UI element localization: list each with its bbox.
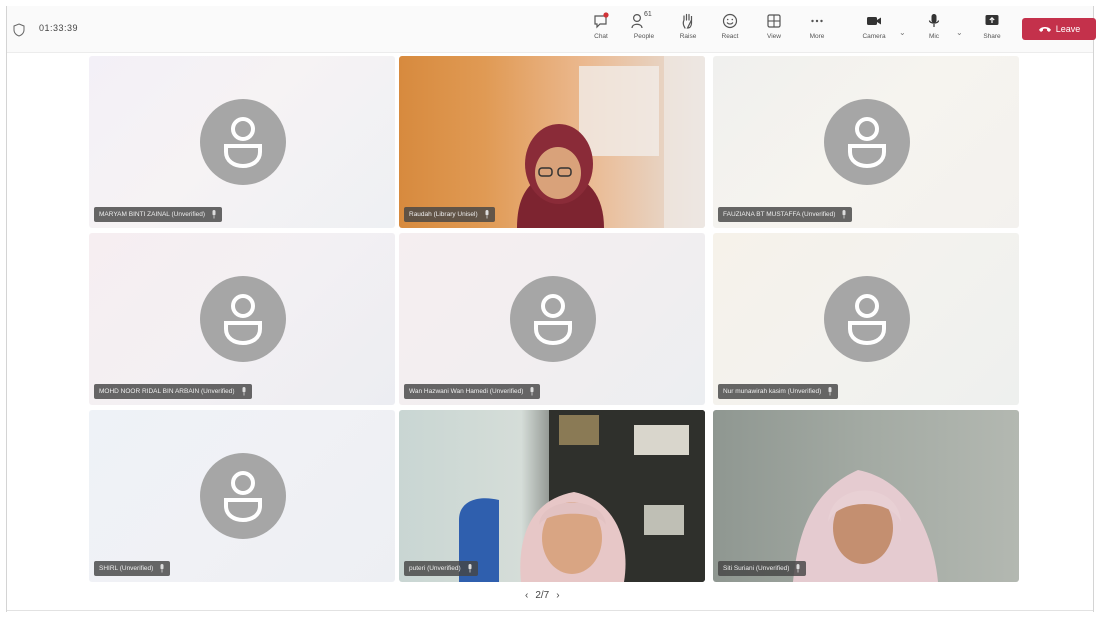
microphone-icon bbox=[242, 387, 246, 396]
gallery-pager: ‹ 2/7 › bbox=[525, 590, 560, 601]
microphone-icon bbox=[212, 210, 216, 219]
chevron-right-icon[interactable]: › bbox=[556, 590, 559, 601]
meeting-toolbar: 01:33:39 Chat 61 People Raise React View… bbox=[7, 6, 1096, 53]
avatar bbox=[510, 276, 596, 362]
share-button[interactable]: Share bbox=[979, 12, 1005, 48]
view-label: View bbox=[767, 33, 781, 40]
avatar bbox=[200, 276, 286, 362]
meeting-window: 01:33:39 Chat 61 People Raise React View… bbox=[6, 6, 1096, 612]
participant-tile[interactable]: MOHD NOOR RIDAL BIN ARBAIN (Unverified) bbox=[89, 233, 395, 405]
participant-video-tile[interactable]: Siti Suriani (Unverified) bbox=[713, 410, 1019, 582]
participant-tile[interactable]: MARYAM BINTI ZAINAL (Unverified) bbox=[89, 56, 395, 228]
participant-tile[interactable]: SHIRL (Unverified) bbox=[89, 410, 395, 582]
microphone-icon bbox=[828, 387, 832, 396]
more-label: More bbox=[809, 33, 825, 40]
chevron-left-icon[interactable]: ‹ bbox=[525, 590, 528, 601]
participant-name-tag: SHIRL (Unverified) bbox=[94, 561, 171, 576]
participant-name: puteri (Unverified) bbox=[409, 565, 461, 572]
react-label: React bbox=[721, 33, 739, 40]
participant-video-feed bbox=[793, 470, 938, 582]
person-placeholder-icon bbox=[224, 294, 262, 346]
camera-options-chevron-icon[interactable]: ⌄ bbox=[899, 28, 906, 37]
mic-label: Mic bbox=[928, 33, 940, 40]
share-label: Share bbox=[983, 33, 1001, 40]
participant-tile[interactable]: Wan Hazwani Wan Hamedi (Unverified) bbox=[399, 233, 705, 405]
participant-video-feed bbox=[517, 56, 705, 228]
person-placeholder-icon bbox=[224, 471, 262, 523]
person-placeholder-icon bbox=[534, 294, 572, 346]
page-indicator: 2/7 bbox=[535, 590, 550, 601]
microphone-icon bbox=[468, 564, 472, 573]
leave-button[interactable]: Leave bbox=[1022, 18, 1096, 40]
participant-name: Nur munawirah kasim (Unverified) bbox=[723, 388, 822, 395]
person-placeholder-icon bbox=[848, 294, 886, 346]
phone-hangup-icon bbox=[1038, 27, 1051, 32]
participant-name: Raudah (Library Unisel) bbox=[409, 211, 478, 218]
participant-name-tag: Nur munawirah kasim (Unverified) bbox=[718, 384, 839, 399]
participant-tile[interactable]: FAUZIANA BT MUSTAFFA (Unverified) bbox=[713, 56, 1019, 228]
people-icon bbox=[631, 13, 643, 29]
participant-name: FAUZIANA BT MUSTAFFA (Unverified) bbox=[723, 211, 836, 218]
person-placeholder-icon bbox=[224, 117, 262, 169]
participant-name-tag: Wan Hazwani Wan Hamedi (Unverified) bbox=[404, 384, 541, 399]
people-count: 61 bbox=[644, 11, 652, 18]
participant-name-tag: puteri (Unverified) bbox=[404, 561, 478, 576]
mic-options-chevron-icon[interactable]: ⌄ bbox=[956, 28, 963, 37]
people-label: People bbox=[633, 33, 655, 40]
avatar bbox=[200, 453, 286, 539]
participant-name: MARYAM BINTI ZAINAL (Unverified) bbox=[99, 211, 206, 218]
chat-icon bbox=[594, 12, 609, 29]
microphone-icon bbox=[796, 564, 800, 573]
person-placeholder-icon bbox=[848, 117, 886, 169]
participant-video-feed bbox=[459, 410, 705, 582]
react-button[interactable]: React bbox=[717, 12, 743, 48]
more-button[interactable]: More bbox=[804, 12, 830, 48]
participant-name: SHIRL (Unverified) bbox=[99, 565, 154, 572]
microphone-icon bbox=[160, 564, 164, 573]
microphone-icon bbox=[928, 14, 940, 27]
microphone-icon bbox=[842, 210, 846, 219]
shield-icon bbox=[13, 23, 25, 37]
grid-view-icon bbox=[767, 14, 781, 28]
camera-button[interactable]: Camera bbox=[856, 12, 892, 48]
camera-icon bbox=[867, 17, 881, 25]
meeting-timer: 01:33:39 bbox=[39, 23, 79, 33]
participant-tile[interactable]: Nur munawirah kasim (Unverified) bbox=[713, 233, 1019, 405]
participant-name-tag: Raudah (Library Unisel) bbox=[404, 207, 495, 222]
microphone-icon bbox=[530, 387, 534, 396]
chat-label: Chat bbox=[594, 33, 608, 40]
raise-label: Raise bbox=[679, 33, 697, 40]
divider bbox=[7, 610, 1093, 611]
microphone-icon bbox=[485, 210, 489, 219]
participant-video-tile[interactable]: Raudah (Library Unisel) bbox=[399, 56, 705, 228]
participant-name-tag: MARYAM BINTI ZAINAL (Unverified) bbox=[94, 207, 223, 222]
mic-button[interactable]: Mic bbox=[921, 12, 947, 48]
smile-icon bbox=[722, 13, 738, 29]
participant-name-tag: FAUZIANA BT MUSTAFFA (Unverified) bbox=[718, 207, 853, 222]
chat-button[interactable]: Chat bbox=[589, 12, 613, 48]
participant-video-tile[interactable]: puteri (Unverified) bbox=[399, 410, 705, 582]
avatar bbox=[824, 276, 910, 362]
more-icon bbox=[811, 19, 823, 23]
participant-name: Wan Hazwani Wan Hamedi (Unverified) bbox=[409, 388, 524, 395]
share-screen-icon bbox=[985, 15, 999, 25]
raise-hand-button[interactable]: Raise bbox=[675, 12, 701, 48]
avatar bbox=[824, 99, 910, 185]
participant-name: MOHD NOOR RIDAL BIN ARBAIN (Unverified) bbox=[99, 388, 235, 395]
people-button[interactable]: 61 People bbox=[629, 11, 659, 48]
leave-label: Leave bbox=[1055, 24, 1081, 34]
avatar bbox=[200, 99, 286, 185]
hand-icon bbox=[682, 13, 693, 29]
participant-name-tag: Siti Suriani (Unverified) bbox=[718, 561, 807, 576]
participant-name-tag: MOHD NOOR RIDAL BIN ARBAIN (Unverified) bbox=[94, 384, 252, 399]
camera-label: Camera bbox=[862, 33, 886, 40]
participant-name: Siti Suriani (Unverified) bbox=[723, 565, 790, 572]
view-button[interactable]: View bbox=[761, 12, 787, 48]
